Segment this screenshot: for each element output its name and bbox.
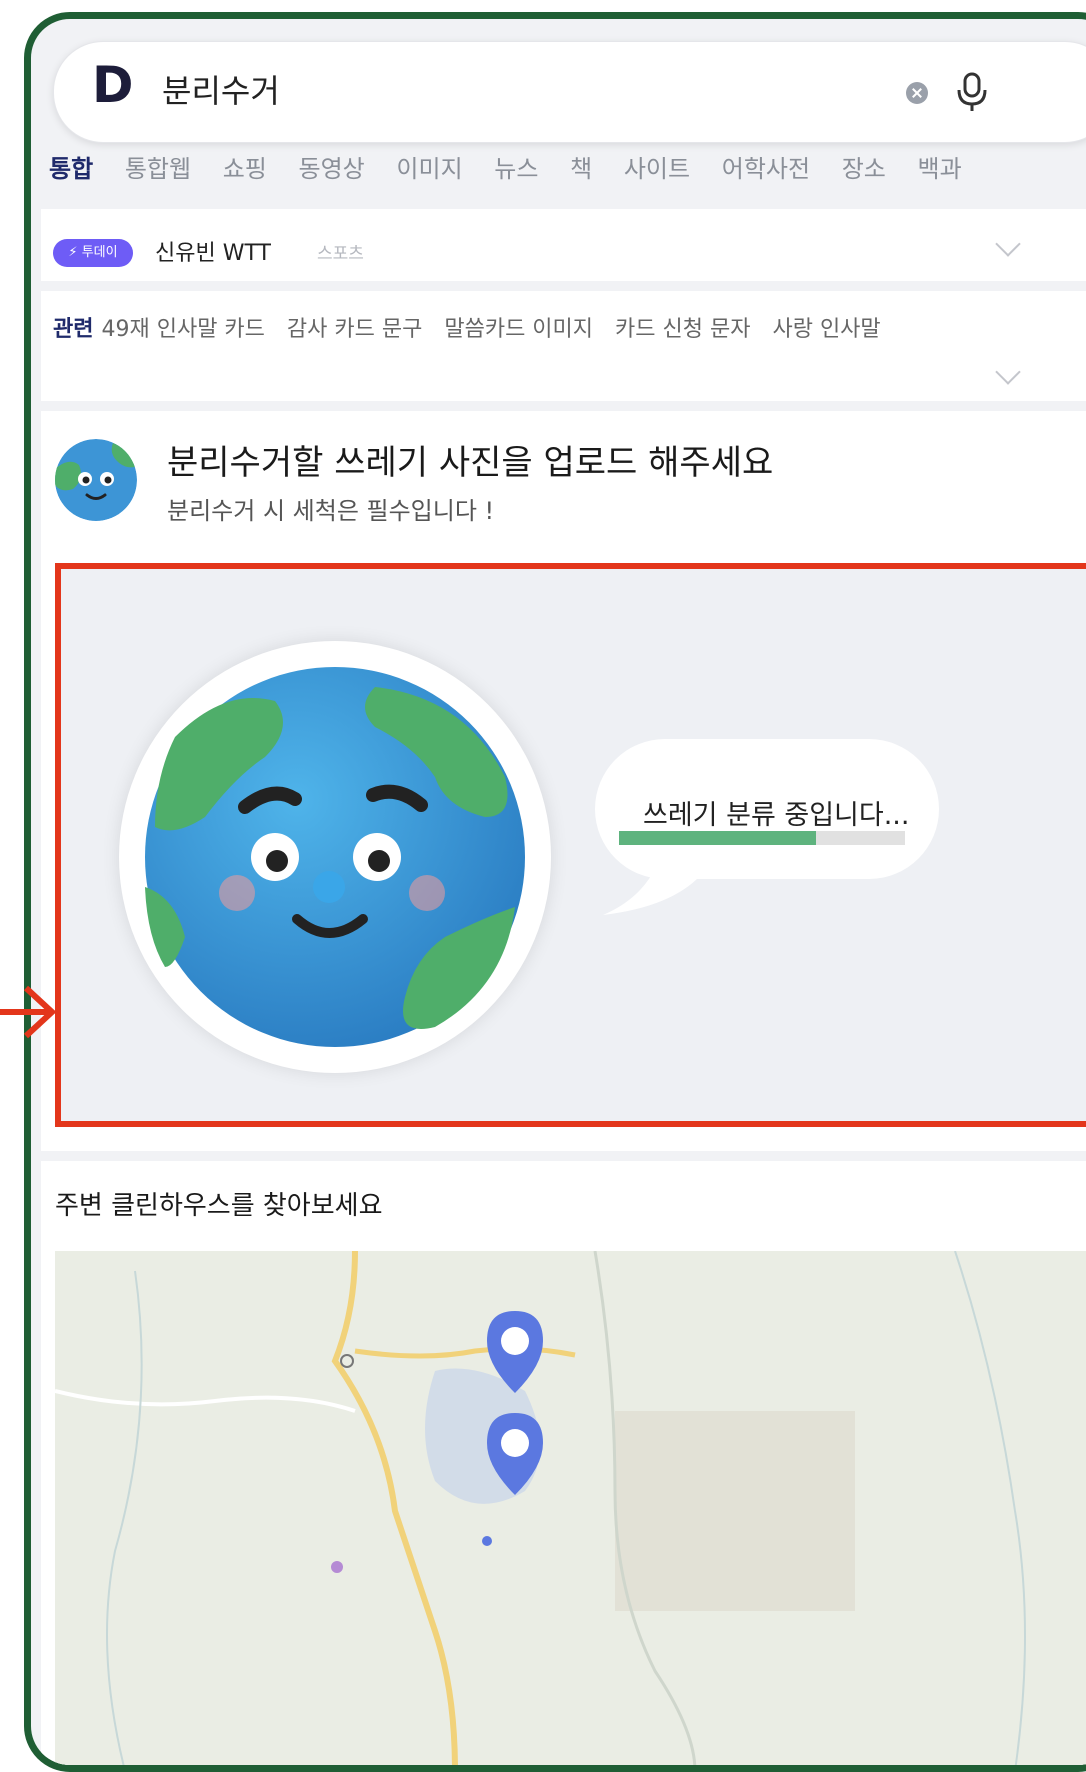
related-searches: 관련 49재 인사말 카드 감사 카드 문구 말씀카드 이미지 카드 신청 문자 사랑 인…: [41, 291, 1086, 401]
status-bubble: 쓰레기 분류 중입니다...: [581, 719, 941, 919]
status-text: 쓰레기 분류 중입니다...: [643, 800, 910, 831]
card-title: 분리수거할 쓰레기 사진을 업로드 해주세요: [167, 443, 774, 483]
search-input[interactable]: 분리수거: [162, 66, 280, 112]
related-item[interactable]: 감사 카드 문구: [287, 317, 422, 342]
earth-character: [119, 641, 551, 1073]
tab-dictionary[interactable]: 어학사전: [722, 149, 810, 184]
related-item[interactable]: 카드 신청 문자: [615, 317, 750, 342]
mic-icon[interactable]: [952, 70, 992, 114]
tab-sites[interactable]: 사이트: [624, 149, 690, 184]
app-frame: D 분리수거 통합 통합웹 쇼핑 동영상 이미지 뉴스 책 사이트 어학사전 장…: [24, 12, 1086, 1772]
today-row[interactable]: ⚡ 투데이 신유빈 WTT 스포츠: [41, 209, 1086, 281]
today-tag: 스포츠: [317, 244, 364, 264]
earth-avatar: [55, 439, 137, 521]
search-tabs: 통합 통합웹 쇼핑 동영상 이미지 뉴스 책 사이트 어학사전 장소 백과: [49, 149, 1086, 199]
cleanhouse-title: 주변 클린하우스를 찾아보세요: [55, 1191, 383, 1221]
related-item[interactable]: 49재 인사말 카드: [101, 317, 264, 342]
today-title[interactable]: 신유빈 WTT: [155, 235, 271, 267]
recycling-card: 분리수거할 쓰레기 사진을 업로드 해주세요 분리수거 시 세척은 필수입니다 …: [41, 411, 1086, 1151]
progress-bar: [619, 831, 905, 845]
tab-shopping[interactable]: 쇼핑: [223, 149, 267, 184]
cleanhouse-section: 주변 클린하우스를 찾아보세요: [41, 1161, 1086, 1765]
tab-books[interactable]: 책: [570, 149, 592, 184]
tab-places[interactable]: 장소: [842, 149, 886, 184]
related-label: 관련: [53, 317, 94, 342]
card-subtitle: 분리수거 시 세척은 필수입니다 !: [167, 497, 495, 525]
related-item[interactable]: 말씀카드 이미지: [444, 317, 593, 342]
tab-encyclopedia[interactable]: 백과: [918, 149, 962, 184]
today-badge: ⚡ 투데이: [53, 239, 133, 267]
page-content: D 분리수거 통합 통합웹 쇼핑 동영상 이미지 뉴스 책 사이트 어학사전 장…: [41, 19, 1086, 1765]
upload-zone[interactable]: 쓰레기 분류 중입니다...: [55, 563, 1086, 1127]
chevron-down-icon[interactable]: [995, 231, 1021, 257]
tab-integrated-web[interactable]: 통합웹: [125, 149, 191, 184]
chevron-down-icon[interactable]: [995, 359, 1021, 385]
map[interactable]: [55, 1251, 1086, 1765]
tab-news[interactable]: 뉴스: [494, 149, 538, 184]
related-list: 관련 49재 인사말 카드 감사 카드 문구 말씀카드 이미지 카드 신청 문자 사랑 인…: [53, 311, 993, 349]
tab-video[interactable]: 동영상: [299, 149, 365, 184]
progress-fill: [619, 831, 817, 845]
daum-logo[interactable]: D: [92, 56, 134, 114]
today-badge-label: 투데이: [81, 245, 118, 260]
arrow-right-icon: [0, 985, 57, 1039]
clear-icon[interactable]: [906, 82, 928, 104]
search-bar[interactable]: D 분리수거: [53, 41, 1086, 143]
tab-images[interactable]: 이미지: [396, 149, 462, 184]
related-item[interactable]: 사랑 인사말: [772, 317, 880, 342]
tab-integrated[interactable]: 통합: [49, 149, 93, 184]
